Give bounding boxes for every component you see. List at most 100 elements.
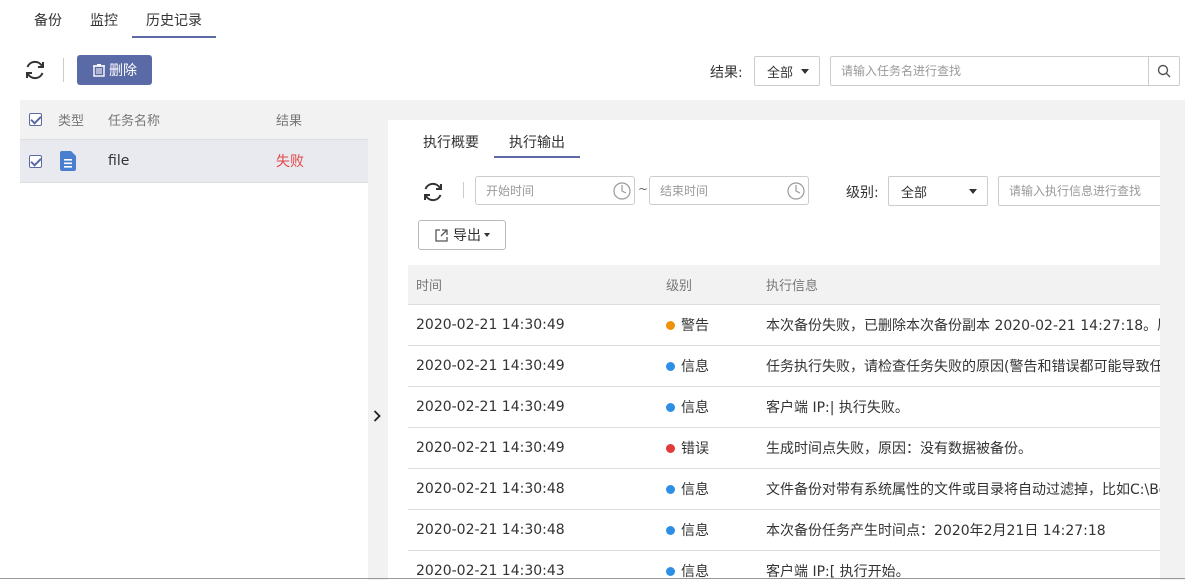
header-result: 结果 [276,114,303,129]
task-search-input[interactable] [831,57,1141,85]
log-level-label: 信息 [681,359,709,375]
table-row[interactable]: 2020-02-21 14:30:43 信息 客户端 IP:[ 执行开始。 [408,551,1160,580]
log-message: 本次备份任务产生时间点：2020年2月21日 14:27:18 [766,523,1106,539]
detail-refresh-button[interactable] [418,177,448,207]
log-level-label: 信息 [681,523,709,539]
header-type: 类型 [58,114,85,129]
tab-execution-output[interactable]: 执行输出 [494,120,580,158]
clock-icon [786,181,806,205]
tab-history[interactable]: 历史记录 [132,0,216,38]
level-dot-icon [666,320,675,330]
refresh-button[interactable] [20,55,50,85]
task-list: 类型 任务名称 结果 file 失败 [20,100,368,580]
chevron-right-icon [373,410,381,422]
log-level: 警告 [666,305,709,345]
level-dot-icon [666,566,675,576]
task-row[interactable]: file 失败 [20,140,368,183]
log-level: 信息 [666,346,709,386]
delete-button[interactable]: 删除 [77,55,152,85]
log-message: 文件备份对带有系统属性的文件或目录将自动过滤掉，比如C:\Bo [766,482,1160,498]
execution-detail-panel: 执行概要 执行输出 ~ 级别: 全部 导出 [388,120,1160,580]
table-row[interactable]: 2020-02-21 14:30:48 信息 本次备份任务产生时间点：2020年2月… [408,510,1160,551]
log-message: 客户端 IP:| 执行失败。 [766,400,909,416]
info-search-input[interactable] [999,177,1160,205]
search-icon [1157,64,1171,78]
tab-backup[interactable]: 备份 [20,0,76,38]
result-filter-label: 结果: [710,65,743,81]
refresh-icon [26,60,44,80]
table-row[interactable]: 2020-02-21 14:30:49 警告 本次备份失败，已删除本次备份副本 20… [408,305,1160,346]
header-time: 时间 [416,279,443,294]
level-dot-icon [666,361,675,371]
main-toolbar: 删除 结果: 全部 [20,52,1180,88]
table-row[interactable]: 2020-02-21 14:30:48 信息 文件备份对带有系统属性的文件或目录将自… [408,469,1160,510]
task-name: file [108,153,130,169]
date-range-separator: ~ [638,182,649,196]
level-dot-icon [666,443,675,453]
table-row[interactable]: 2020-02-21 14:30:49 信息 任务执行失败，请检查任务失败的原因(警… [408,346,1160,387]
chevron-down-icon [969,189,977,194]
log-time: 2020-02-21 14:30:48 [416,481,565,497]
export-label: 导出 [453,228,481,244]
log-time: 2020-02-21 14:30:49 [416,440,565,456]
log-message: 客户端 IP:[ 执行开始。 [766,564,910,580]
log-level: 信息 [666,469,709,509]
tab-execution-summary[interactable]: 执行概要 [408,120,494,158]
export-button[interactable]: 导出 [418,220,506,250]
result-filter-select[interactable]: 全部 [754,56,820,86]
log-level-label: 警告 [681,318,709,334]
trash-icon [92,63,106,77]
tab-monitor[interactable]: 监控 [76,0,132,38]
log-table-header: 时间 级别 执行信息 [408,265,1160,305]
log-message: 生成时间点失败，原因：没有数据被备份。 [766,441,1032,457]
log-level-label: 错误 [681,441,709,457]
log-rows: 2020-02-21 14:30:49 警告 本次备份失败，已删除本次备份副本 20… [408,305,1160,580]
task-table-header: 类型 任务名称 结果 [20,100,368,140]
detail-toolbar-divider [463,182,464,198]
log-table: 时间 级别 执行信息 2020-02-21 14:30:49 警告 本次备份失败，已… [408,265,1160,580]
level-filter-select[interactable]: 全部 [888,176,988,206]
task-result: 失败 [276,154,304,170]
log-time: 2020-02-21 14:30:43 [416,563,565,579]
log-message: 任务执行失败，请检查任务失败的原因(警告和错误都可能导致任 [766,359,1160,375]
start-time-field [475,176,635,205]
end-time-field [649,176,809,205]
refresh-icon [424,182,442,202]
level-filter-value: 全部 [901,185,928,201]
file-icon [60,140,76,182]
level-dot-icon [666,484,675,494]
log-level-label: 信息 [681,400,709,416]
header-level: 级别 [666,279,693,294]
level-dot-icon [666,402,675,412]
log-message: 本次备份失败，已删除本次备份副本 2020-02-21 14:27:18。原因 [766,318,1160,334]
task-search [830,56,1180,86]
log-level: 信息 [666,387,709,427]
log-level-label: 信息 [681,482,709,498]
log-level: 错误 [666,428,709,468]
log-time: 2020-02-21 14:30:49 [416,317,565,333]
level-dot-icon [666,525,675,535]
select-all-checkbox[interactable] [29,113,42,126]
collapse-toggle[interactable] [370,407,384,425]
header-message: 执行信息 [766,279,819,294]
log-time: 2020-02-21 14:30:49 [416,399,565,415]
detail-tab-bar: 执行概要 执行输出 [408,120,580,158]
info-search [998,176,1160,206]
export-icon [435,228,448,242]
table-row[interactable]: 2020-02-21 14:30:49 错误 生成时间点失败，原因：没有数据被备份。 [408,428,1160,469]
chevron-down-icon [484,233,490,237]
table-row[interactable]: 2020-02-21 14:30:49 信息 客户端 IP:| 执行失败。 [408,387,1160,428]
search-button[interactable] [1148,57,1179,85]
toolbar-divider [63,58,64,82]
top-tab-bar: 备份 监控 历史记录 [20,0,216,38]
start-time-input[interactable] [476,183,606,198]
end-time-input[interactable] [650,183,780,198]
log-level: 信息 [666,551,709,580]
bottom-border [0,578,1185,579]
chevron-down-icon [801,69,809,74]
level-filter-label: 级别: [846,185,879,201]
clock-icon [612,181,632,205]
log-time: 2020-02-21 14:30:48 [416,522,565,538]
result-filter-value: 全部 [767,65,794,81]
task-row-checkbox[interactable] [29,154,42,168]
